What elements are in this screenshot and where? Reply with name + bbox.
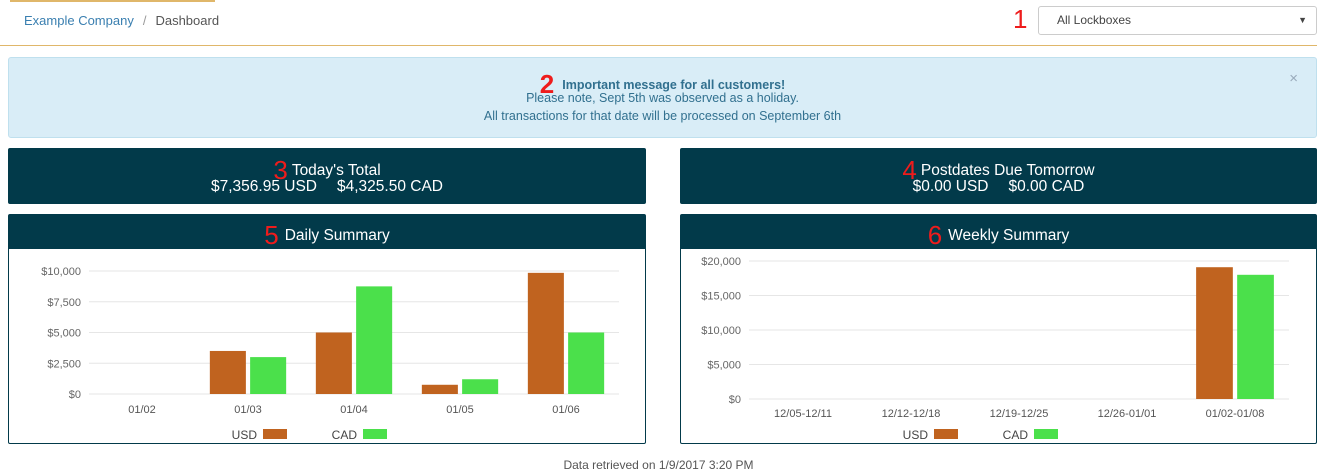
legend-swatch-usd: [934, 429, 958, 439]
postdates-values: $0.00 USD $0.00 CAD: [680, 178, 1317, 196]
daily-summary-panel: 5 Daily Summary $0 $2,500 $5,000 $7,500 $10,0…: [8, 214, 646, 444]
y-tick-label: $0: [69, 389, 81, 401]
x-tick-label: 12/05-12/11: [774, 408, 832, 420]
y-tick-label: $0: [729, 394, 741, 406]
y-tick-label: $2,500: [47, 358, 81, 370]
lockbox-select-value: All Lockboxes: [1057, 13, 1132, 27]
postdates-cad: $0.00 CAD: [1008, 178, 1085, 195]
weekly-summary-chart: $0 $5,000 $10,000 $15,000 $20,000 12/05-12/11…: [701, 256, 1289, 442]
breadcrumb-current: Dashboard: [155, 13, 220, 28]
postdates-panel: 4 Postdates Due Tomorrow $0.00 USD $0.00 C…: [680, 148, 1317, 204]
bar-cad: [568, 332, 605, 394]
alert-message-line-2: All transactions for that date will be p…: [483, 109, 842, 123]
alert-banner: 2 Important message for all customers! Pl…: [8, 57, 1317, 138]
weekly-summary-title: 6 Weekly Summary: [681, 215, 1316, 249]
breadcrumb-separator: /: [142, 13, 147, 28]
breadcrumb-company-link[interactable]: Example Company: [24, 13, 134, 28]
annotation-5: 5: [264, 220, 279, 250]
breadcrumb: Example Company / Dashboard: [24, 13, 219, 28]
top-accent-line: [10, 0, 215, 2]
daily-summary-title-text: Daily Summary: [284, 227, 390, 244]
x-tick-label: 12/12-12/18: [882, 408, 941, 420]
todays-total-title-text: Today's Total: [291, 162, 381, 179]
daily-summary-chart: $0 $2,500 $5,000 $7,500 $10,000 01/02 01/03 01/…: [41, 266, 619, 442]
bar-cad: [250, 357, 287, 394]
x-tick-label: 01/02-01/08: [1206, 408, 1265, 420]
bar-usd: [527, 272, 564, 394]
legend-label-usd: USD: [903, 428, 929, 442]
alert-message-line-1: Please note, Sept 5th was observed as a …: [526, 91, 799, 105]
legend-label-cad: CAD: [1003, 428, 1029, 442]
bar-usd: [315, 332, 352, 394]
y-tick-label: $5,000: [707, 360, 741, 372]
close-icon[interactable]: ×: [1289, 70, 1298, 87]
x-tick-label: 01/06: [552, 404, 580, 416]
y-tick-label: $10,000: [701, 325, 741, 337]
y-tick-label: $15,000: [701, 291, 741, 303]
y-tick-label: $7,500: [47, 297, 81, 309]
y-tick-label: $10,000: [41, 266, 81, 278]
todays-total-cad: $4,325.50 CAD: [337, 178, 443, 195]
legend-swatch-usd: [263, 429, 287, 439]
todays-total-usd: $7,356.95 USD: [211, 178, 317, 195]
x-tick-label: 01/04: [340, 404, 368, 416]
bar-usd: [209, 350, 246, 394]
bar-cad: [1237, 274, 1274, 399]
x-tick-label: 12/26-01/01: [1098, 408, 1157, 420]
bar-cad: [356, 286, 393, 394]
weekly-summary-title-text: Weekly Summary: [948, 227, 1070, 244]
y-tick-label: $20,000: [701, 256, 741, 268]
daily-summary-title: 5 Daily Summary: [9, 215, 645, 249]
lockbox-select[interactable]: All Lockboxes ▼: [1038, 6, 1317, 35]
legend-label-usd: USD: [232, 428, 258, 442]
postdates-usd: $0.00 USD: [912, 178, 989, 195]
alert-title-text: Important message for all customers!: [562, 78, 786, 92]
data-retrieved-footer: Data retrieved on 1/9/2017 3:20 PM: [563, 458, 754, 472]
bar-cad: [462, 379, 499, 394]
legend-label-cad: CAD: [332, 428, 358, 442]
todays-total-values: $7,356.95 USD $4,325.50 CAD: [8, 178, 646, 196]
legend-swatch-cad: [363, 429, 387, 439]
x-tick-label: 01/02: [128, 404, 156, 416]
weekly-summary-panel: 6 Weekly Summary $0 $5,000 $10,000 $15,000 $2…: [680, 214, 1317, 444]
annotation-6: 6: [927, 220, 943, 250]
bar-usd: [1196, 267, 1233, 399]
x-tick-label: 01/05: [446, 404, 474, 416]
chevron-down-icon: ▼: [1298, 15, 1307, 25]
y-tick-label: $5,000: [47, 328, 81, 340]
x-tick-label: 12/19-12/25: [990, 408, 1049, 420]
x-tick-label: 01/03: [234, 404, 262, 416]
legend-swatch-cad: [1034, 429, 1058, 439]
bar-usd: [421, 384, 458, 394]
postdates-title-text: Postdates Due Tomorrow: [920, 162, 1095, 179]
annotation-1: 1: [1013, 4, 1028, 34]
todays-total-panel: 3 Today's Total $7,356.95 USD $4,325.50 CA…: [8, 148, 646, 204]
